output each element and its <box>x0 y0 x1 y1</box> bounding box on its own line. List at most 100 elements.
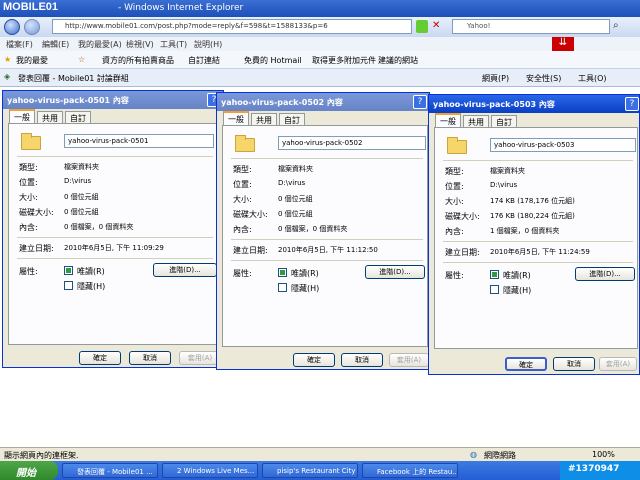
fav-link-suggested[interactable]: 建議的網站 <box>378 55 418 66</box>
size-value: 0 個位元組 <box>278 195 313 203</box>
favorites-label[interactable]: 我的最愛 <box>16 55 48 66</box>
hidden-label: 隱藏(H) <box>503 286 532 295</box>
apply-button[interactable]: 套用(A) <box>389 353 429 367</box>
tab-sharing[interactable]: 共用 <box>463 115 489 127</box>
readonly-checkbox[interactable] <box>490 270 499 279</box>
advanced-button[interactable]: 進階(D)... <box>153 263 217 277</box>
favorites-add-icon[interactable]: ☆ <box>78 55 85 64</box>
size-value: 0 個位元組 <box>64 193 99 201</box>
favorites-star-icon[interactable]: ★ <box>4 55 11 64</box>
contains-label: 內含: <box>445 227 464 236</box>
start-button[interactable]: 開始 <box>0 461 58 480</box>
disk-size-value: 0 個位元組 <box>64 208 99 216</box>
tab-general[interactable]: 一般 <box>223 111 249 126</box>
folder-name-input[interactable]: yahoo-virus-pack-0502 <box>278 136 426 150</box>
tab-sharing[interactable]: 共用 <box>37 111 63 123</box>
ok-button[interactable]: 確定 <box>505 357 547 371</box>
menu-view[interactable]: 檢視(V) <box>126 39 154 50</box>
mobile01-logo: MOBILE01 <box>3 1 59 13</box>
globe-icon: ◍ <box>470 450 477 459</box>
fav-link-custom[interactable]: 自訂連結 <box>188 55 220 66</box>
location-label: 位置: <box>233 180 252 189</box>
address-input[interactable]: http://www.mobile01.com/post.php?mode=re… <box>52 19 412 34</box>
hidden-checkbox[interactable] <box>490 285 499 294</box>
help-button[interactable]: ? <box>413 95 427 109</box>
cancel-button[interactable]: 取消 <box>553 357 595 371</box>
menu-help[interactable]: 說明(H) <box>194 39 222 50</box>
readonly-label: 唯讀(R) <box>77 267 105 276</box>
advanced-button[interactable]: 進階(D)... <box>575 267 635 281</box>
menu-edit[interactable]: 編輯(E) <box>42 39 69 50</box>
toolbar-page-menu[interactable]: 網頁(P) <box>482 73 509 84</box>
cancel-button[interactable]: 取消 <box>129 351 171 365</box>
zoom-level[interactable]: 100% <box>592 450 615 459</box>
location-value: D:\virus <box>490 181 518 189</box>
search-input[interactable]: Yahoo! <box>452 19 610 34</box>
folder-name-input[interactable]: yahoo-virus-pack-0501 <box>64 134 214 148</box>
menu-file[interactable]: 檔案(F) <box>6 39 33 50</box>
properties-dialog-0503: yahoo-virus-pack-0503 內容 ? 一般 共用 自訂 yaho… <box>428 94 640 375</box>
toolbar-safety-menu[interactable]: 安全性(S) <box>526 73 561 84</box>
forward-button[interactable] <box>24 19 40 35</box>
readonly-checkbox[interactable] <box>278 268 287 277</box>
properties-dialog-0502: yahoo-virus-pack-0502 內容 ? 一般 共用 自訂 yaho… <box>216 92 430 370</box>
readonly-checkbox[interactable] <box>64 266 73 275</box>
back-button[interactable] <box>4 19 20 35</box>
menu-tools[interactable]: 工具(T) <box>160 39 187 50</box>
menu-favorites[interactable]: 我的最愛(A) <box>78 39 122 50</box>
tab-sharing[interactable]: 共用 <box>251 113 277 125</box>
status-bar: 顯示網頁內的連框架. ◍ 網際網路 100% <box>0 447 640 461</box>
browser-title-bar: MOBILE01 - Windows Internet Explorer <box>0 0 640 17</box>
fav-link-auction[interactable]: 資方的所有拍賣商品 <box>102 55 174 66</box>
separator <box>17 258 213 259</box>
type-value: 檔案資料夾 <box>64 163 99 171</box>
created-label: 建立日期: <box>445 248 480 257</box>
fav-link-addons[interactable]: 取得更多附加元件 <box>312 55 376 66</box>
disk-size-label: 磁碟大小: <box>233 210 268 219</box>
tab-general[interactable]: 一般 <box>9 109 35 124</box>
refresh-icon[interactable] <box>416 20 428 33</box>
dialog-title: yahoo-virus-pack-0503 內容 <box>429 95 639 113</box>
ok-button[interactable]: 確定 <box>79 351 121 365</box>
hidden-checkbox[interactable] <box>64 281 73 290</box>
disk-size-value: 0 個位元組 <box>278 210 313 218</box>
tab-customize[interactable]: 自訂 <box>279 113 305 125</box>
download-arrow-icon[interactable]: ⇊ <box>552 37 574 51</box>
toolbar-tools-menu[interactable]: 工具(O) <box>578 73 607 84</box>
fav-link-hotmail[interactable]: 免費的 Hotmail <box>244 55 302 66</box>
search-icon[interactable]: ⌕ <box>613 20 627 33</box>
hidden-checkbox[interactable] <box>278 283 287 292</box>
location-value: D:\virus <box>278 179 306 187</box>
browser-tab-title[interactable]: 發表回覆 - Mobile01 討論群組 <box>18 73 129 84</box>
folder-icon <box>447 137 467 154</box>
stop-icon[interactable]: ✕ <box>432 20 444 33</box>
contains-value: 0 個檔案，0 個資料夾 <box>64 223 134 231</box>
separator <box>231 260 423 261</box>
apply-button[interactable]: 套用(A) <box>179 351 221 365</box>
window-title: - Windows Internet Explorer <box>118 3 244 13</box>
hidden-label: 隱藏(H) <box>291 284 320 293</box>
attributes-label: 屬性: <box>445 271 464 280</box>
help-button[interactable]: ? <box>625 97 639 111</box>
apply-button[interactable]: 套用(A) <box>599 357 637 371</box>
tray-watermark: #1370947 <box>560 461 640 480</box>
advanced-button[interactable]: 進階(D)... <box>365 265 425 279</box>
taskbar-item-messenger[interactable]: 2 Windows Live Mes... <box>162 463 258 478</box>
cancel-button[interactable]: 取消 <box>341 353 383 367</box>
taskbar-item-facebook[interactable]: Facebook 上的 Restau... <box>362 463 458 478</box>
status-text: 顯示網頁內的連框架. <box>4 451 79 460</box>
taskbar-item-restaurant[interactable]: pisip's Restaurant City ... <box>262 463 358 478</box>
tab-customize[interactable]: 自訂 <box>65 111 91 123</box>
properties-dialog-0501: yahoo-virus-pack-0501 內容 ? 一般 共用 自訂 yaho… <box>2 90 224 368</box>
location-label: 位置: <box>19 178 38 187</box>
type-value: 檔案資料夾 <box>490 167 525 175</box>
contains-value: 1 個檔案，0 個資料夾 <box>490 227 560 235</box>
ok-button[interactable]: 確定 <box>293 353 335 367</box>
tab-customize[interactable]: 自訂 <box>491 115 517 127</box>
tab-general[interactable]: 一般 <box>435 113 461 128</box>
folder-name-input[interactable]: yahoo-virus-pack-0503 <box>490 138 636 152</box>
separator <box>17 156 213 157</box>
dialog-title: yahoo-virus-pack-0501 內容 <box>3 91 223 109</box>
created-value: 2010年6月5日, 下午 11:12:50 <box>278 246 378 254</box>
taskbar-item-ie[interactable]: 發表回覆 - Mobile01 ... <box>62 463 158 478</box>
